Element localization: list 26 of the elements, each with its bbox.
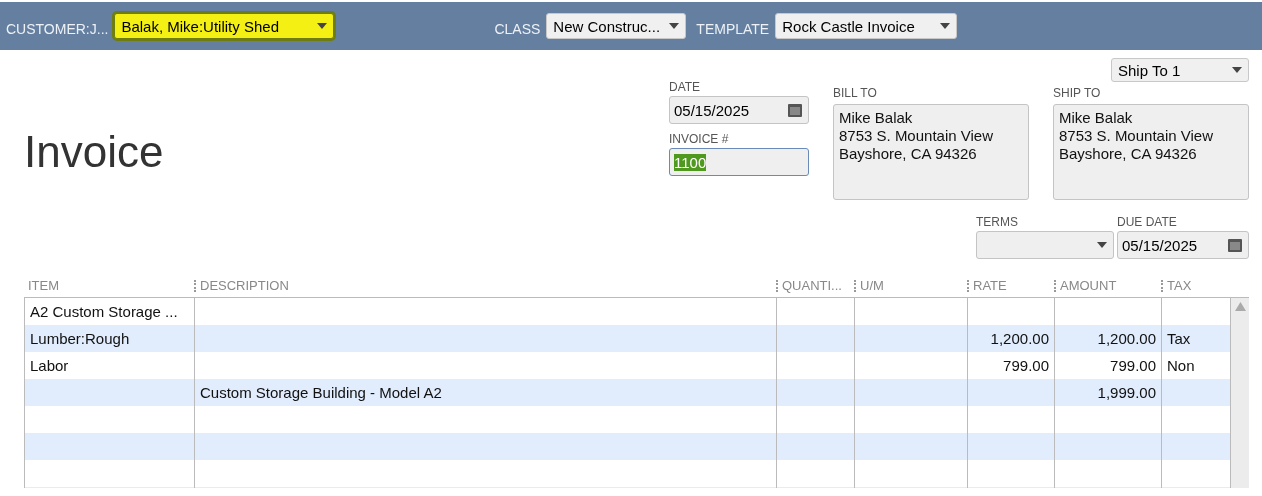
invoice-number-field[interactable]: 1100	[669, 148, 809, 176]
column-header[interactable]: QUANTI...	[776, 280, 854, 292]
dropdown[interactable]: New Construc...	[546, 13, 687, 39]
column-header[interactable]: TAX	[1161, 280, 1230, 292]
field-label: CUSTOMER:J...	[6, 21, 109, 37]
field-label: TERMS	[976, 215, 1019, 229]
ship-to-dropdown[interactable]: Ship To 1	[1111, 58, 1249, 82]
ship-to-field[interactable]: Mike Balak 8753 S. Mountain View Bayshore, CA 94326	[1053, 104, 1249, 200]
field-label: INVOICE #	[669, 132, 730, 146]
due-date-field[interactable]: 05/15/2025	[1117, 231, 1249, 259]
field-label: TEMPLATE	[696, 21, 770, 37]
column-header[interactable]: U/M	[854, 280, 967, 292]
field-label: DATE	[669, 80, 702, 94]
column-header[interactable]: RATE	[967, 280, 1054, 292]
date-field[interactable]: 05/15/2025	[669, 96, 809, 124]
field-label: CLASS	[494, 21, 541, 37]
bill-to-field[interactable]: Mike Balak 8753 S. Mountain View Bayshore, CA 94326	[833, 104, 1029, 200]
column-header[interactable]: ITEM	[24, 280, 194, 292]
field-label: SHIP TO	[1053, 86, 1101, 100]
column-header[interactable]: AMOUNT	[1054, 280, 1161, 292]
page-title: Invoice	[24, 126, 165, 178]
field-label: BILL TO	[833, 86, 877, 100]
column-header[interactable]: DESCRIPTION	[194, 280, 776, 292]
field-label: DUE DATE	[1117, 215, 1178, 229]
dropdown[interactable]: Rock Castle Invoice	[775, 13, 958, 39]
dropdown[interactable]: Balak, Mike:Utility Shed	[114, 13, 335, 39]
